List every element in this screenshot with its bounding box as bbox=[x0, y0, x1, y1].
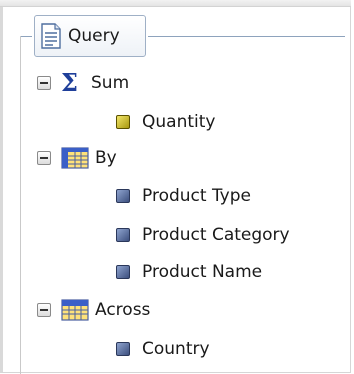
query-tab[interactable]: Query bbox=[34, 15, 146, 57]
tree-node-across[interactable]: Across bbox=[37, 297, 150, 323]
group-border bbox=[20, 36, 21, 374]
panel-top-bar bbox=[0, 0, 351, 7]
tree-leaf-label: Quantity bbox=[142, 112, 216, 132]
tree-node-by[interactable]: By bbox=[37, 145, 117, 171]
tree-leaf-label: Product Type bbox=[142, 186, 251, 206]
tree-node-label: By bbox=[95, 148, 117, 168]
dimension-field-icon bbox=[116, 189, 130, 203]
dimension-field-icon bbox=[116, 342, 130, 356]
group-border bbox=[20, 36, 32, 37]
collapse-toggle-icon[interactable] bbox=[37, 151, 51, 165]
tree-leaf-product-name[interactable]: Product Name bbox=[116, 259, 262, 285]
query-tab-label: Query bbox=[68, 26, 120, 46]
document-icon bbox=[40, 23, 62, 49]
grid-icon bbox=[61, 147, 89, 169]
tree-leaf-quantity[interactable]: Quantity bbox=[116, 109, 215, 135]
measure-field-icon bbox=[116, 115, 130, 129]
dimension-field-icon bbox=[116, 228, 130, 242]
tree-node-sum[interactable]: Σ Sum bbox=[37, 70, 129, 96]
tree-leaf-label: Product Name bbox=[142, 262, 263, 282]
collapse-toggle-icon[interactable] bbox=[37, 76, 51, 90]
tree-node-label: Sum bbox=[91, 73, 130, 93]
tree-leaf-product-category[interactable]: Product Category bbox=[116, 222, 290, 248]
tree-leaf-label: Country bbox=[142, 339, 210, 359]
dimension-field-icon bbox=[116, 265, 130, 279]
sigma-icon: Σ bbox=[61, 68, 78, 97]
tree-leaf-product-type[interactable]: Product Type bbox=[116, 183, 251, 209]
tree-leaf-country[interactable]: Country bbox=[116, 336, 210, 362]
tree-leaf-label: Product Category bbox=[142, 225, 290, 245]
group-border bbox=[148, 36, 345, 37]
tree-node-label: Across bbox=[95, 300, 151, 320]
collapse-toggle-icon[interactable] bbox=[37, 303, 51, 317]
grid-icon bbox=[61, 299, 89, 321]
